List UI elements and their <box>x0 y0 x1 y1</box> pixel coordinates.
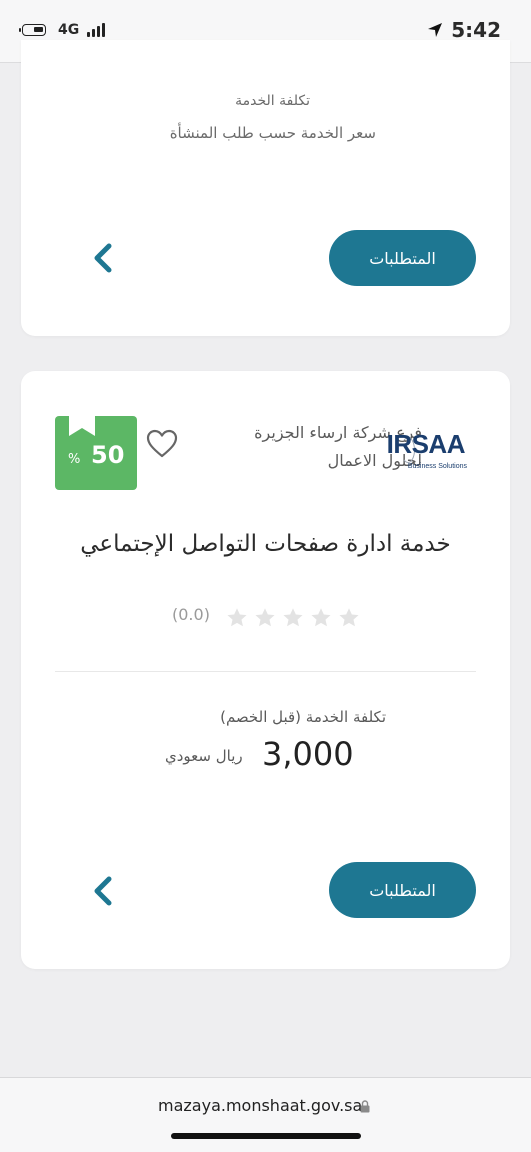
signal-icon <box>87 23 106 37</box>
battery-icon <box>19 24 46 36</box>
cost-label: تكلفة الخدمة <box>235 93 310 109</box>
lock-icon <box>360 1100 370 1113</box>
price-currency: ريال سعودي <box>165 747 243 765</box>
bookmark-icon <box>69 416 95 436</box>
rating-text: (0.0) <box>172 605 210 624</box>
home-indicator[interactable] <box>171 1133 361 1139</box>
chevron-left-icon[interactable] <box>89 240 117 276</box>
rating-stars <box>226 607 360 629</box>
clock: 5:42 <box>451 18 501 42</box>
service-card-previous: تكلفة الخدمة سعر الخدمة حسب طلب المنشأة … <box>21 40 510 336</box>
chevron-left-icon[interactable] <box>89 873 117 909</box>
status-right: 5:42 <box>427 18 501 42</box>
star-icon <box>283 608 303 627</box>
star-icon <box>339 608 359 627</box>
price-label: تكلفة الخدمة (قبل الخصم) <box>220 708 386 726</box>
location-arrow-icon <box>428 23 443 37</box>
url-text[interactable]: mazaya.monshaat.gov.sa <box>158 1096 362 1115</box>
logo-text: IRSAA <box>386 429 466 459</box>
logo-subtext: Business Solutions <box>407 463 467 470</box>
requirements-button[interactable]: المتطلبات <box>329 862 476 918</box>
divider <box>55 671 476 672</box>
discount-badge: 50 % <box>55 416 137 490</box>
requirements-button[interactable]: المتطلبات <box>329 230 476 286</box>
service-card: 50 % فرع شركة ارساء الجزيرة لحلول الاعما… <box>21 371 510 969</box>
cost-value: سعر الخدمة حسب طلب المنشأة <box>169 124 376 142</box>
price-amount: 3,000 <box>262 735 354 773</box>
network-type: 4G <box>58 22 80 38</box>
star-icon <box>255 608 275 627</box>
browser-url-bar[interactable]: mazaya.monshaat.gov.sa <box>0 1077 531 1152</box>
company-logo: IRSAA Business Solutions <box>387 429 479 479</box>
discount-unit: % <box>68 452 81 467</box>
discount-value: 50 <box>91 441 125 469</box>
status-left: 4G <box>19 22 106 38</box>
service-title: خدمة ادارة صفحات التواصل الإجتماعي <box>80 531 451 557</box>
favorite-heart-icon[interactable] <box>146 429 178 459</box>
star-icon <box>311 608 331 627</box>
star-icon <box>227 608 247 627</box>
